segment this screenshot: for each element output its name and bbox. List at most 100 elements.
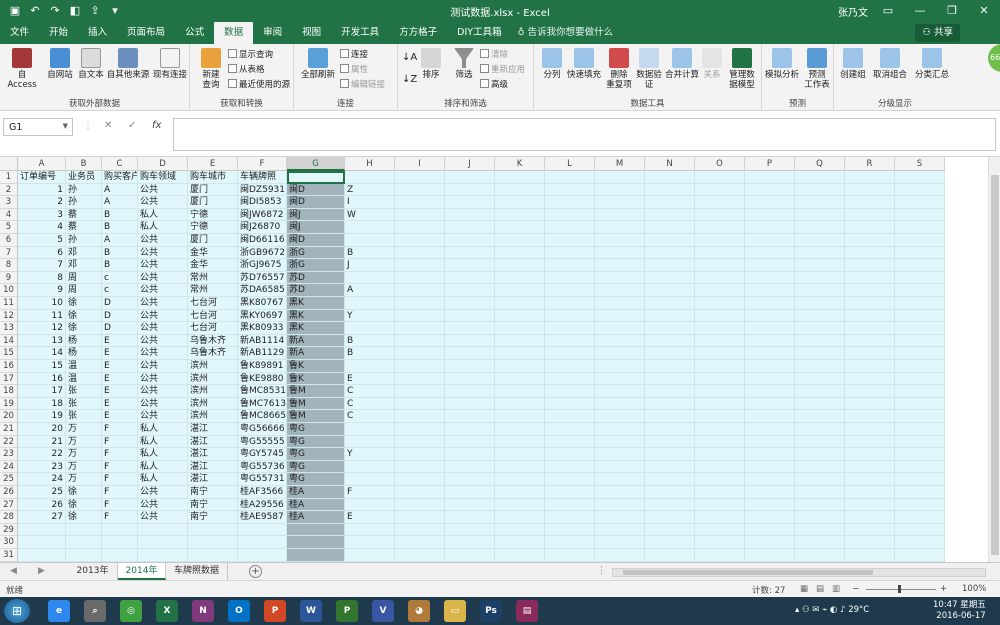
cell[interactable]: E xyxy=(345,372,395,386)
tab-3[interactable]: 页面布局 xyxy=(117,22,175,44)
cell[interactable] xyxy=(138,523,188,537)
cell[interactable] xyxy=(395,410,445,423)
recent-sources-button[interactable]: 最近使用的源 xyxy=(228,79,290,91)
cell[interactable]: F xyxy=(102,435,138,449)
cell[interactable]: 七台河 xyxy=(188,322,238,335)
cell[interactable] xyxy=(895,183,945,197)
cell[interactable] xyxy=(595,196,645,209)
cell[interactable] xyxy=(745,208,795,222)
cell[interactable] xyxy=(445,511,495,524)
consolidate-button[interactable]: 合并计算 xyxy=(664,48,700,80)
cell[interactable]: 张 xyxy=(66,410,102,423)
cell[interactable] xyxy=(345,297,395,310)
cell[interactable]: 粤G56666 xyxy=(238,423,287,436)
cell[interactable] xyxy=(895,284,945,297)
cell[interactable]: B xyxy=(102,246,138,260)
cell[interactable] xyxy=(595,385,645,398)
cell[interactable]: 11 xyxy=(18,309,66,323)
cell[interactable] xyxy=(645,171,695,184)
cell[interactable] xyxy=(795,322,845,335)
cell[interactable] xyxy=(895,549,945,562)
cell[interactable] xyxy=(595,271,645,285)
cell[interactable]: 桂A xyxy=(287,486,345,499)
cell[interactable] xyxy=(695,259,745,272)
cell[interactable] xyxy=(595,498,645,512)
cell[interactable]: 粤GY5745 xyxy=(238,448,287,461)
cell[interactable] xyxy=(695,460,745,474)
cell[interactable] xyxy=(595,284,645,297)
cell[interactable] xyxy=(695,372,745,386)
cell[interactable]: 公共 xyxy=(138,498,188,512)
row-header[interactable]: 3 xyxy=(0,196,18,209)
cell[interactable] xyxy=(595,309,645,323)
cell[interactable]: 邓 xyxy=(66,246,102,260)
from-text-button[interactable]: 自文本 xyxy=(76,48,106,80)
cell[interactable]: 徐 xyxy=(66,498,102,512)
cell[interactable] xyxy=(845,284,895,297)
cell[interactable]: 鲁M xyxy=(287,410,345,423)
sheet-tab[interactable]: 2014年 xyxy=(118,563,166,580)
cell[interactable]: C xyxy=(345,385,395,398)
row-header[interactable]: 8 xyxy=(0,259,18,272)
cell[interactable] xyxy=(645,322,695,335)
cell[interactable]: 杨 xyxy=(66,334,102,348)
cell[interactable] xyxy=(495,234,545,247)
cell[interactable] xyxy=(495,435,545,449)
cell[interactable]: F xyxy=(102,423,138,436)
cell[interactable]: 邓 xyxy=(66,259,102,272)
cell[interactable] xyxy=(495,549,545,562)
cell[interactable] xyxy=(795,221,845,234)
cell[interactable]: A xyxy=(345,284,395,297)
cell[interactable]: 万 xyxy=(66,460,102,474)
cell[interactable] xyxy=(645,498,695,512)
cell[interactable]: 苏D xyxy=(287,284,345,297)
cell[interactable]: B xyxy=(345,334,395,348)
cell[interactable]: 孙 xyxy=(66,196,102,209)
cell[interactable]: W xyxy=(345,208,395,222)
cell[interactable] xyxy=(795,360,845,373)
cell[interactable]: F xyxy=(345,486,395,499)
cell[interactable] xyxy=(395,549,445,562)
cell[interactable] xyxy=(745,360,795,373)
cell[interactable]: 业务员 xyxy=(66,171,102,184)
cell[interactable]: 5 xyxy=(18,234,66,247)
cell[interactable] xyxy=(845,460,895,474)
cell[interactable] xyxy=(445,221,495,234)
cell[interactable] xyxy=(695,423,745,436)
column-header[interactable]: S xyxy=(895,157,945,171)
cell[interactable]: 18 xyxy=(18,397,66,411)
cell[interactable] xyxy=(445,284,495,297)
cell[interactable] xyxy=(445,486,495,499)
row-header[interactable]: 16 xyxy=(0,360,18,373)
cell[interactable] xyxy=(645,523,695,537)
cell[interactable]: 鲁M xyxy=(287,385,345,398)
column-header[interactable]: I xyxy=(395,157,445,171)
cell[interactable]: 杨 xyxy=(66,347,102,360)
cell[interactable] xyxy=(745,334,795,348)
refresh-all-button[interactable]: 全部刷新 xyxy=(298,48,338,80)
cell[interactable]: 黑K xyxy=(287,309,345,323)
cell[interactable]: 2 xyxy=(18,196,66,209)
cell[interactable] xyxy=(395,284,445,297)
cell[interactable]: 23 xyxy=(18,460,66,474)
tab-8[interactable]: 开发工具 xyxy=(331,22,389,44)
cell[interactable] xyxy=(545,523,595,537)
cell[interactable] xyxy=(595,347,645,360)
cell[interactable]: 粤G xyxy=(287,423,345,436)
cell[interactable] xyxy=(545,397,595,411)
cell[interactable] xyxy=(745,284,795,297)
cell[interactable] xyxy=(102,549,138,562)
cell[interactable] xyxy=(695,523,745,537)
cell[interactable] xyxy=(745,536,795,549)
flash-fill-button[interactable]: 快速填充 xyxy=(566,48,602,80)
cell[interactable] xyxy=(445,234,495,247)
cell[interactable]: 公共 xyxy=(138,334,188,348)
cell[interactable] xyxy=(545,549,595,562)
cell[interactable] xyxy=(545,360,595,373)
cell[interactable]: 鲁KE9880 xyxy=(238,372,287,386)
row-header[interactable]: 30 xyxy=(0,536,18,549)
cell[interactable] xyxy=(595,208,645,222)
cell[interactable]: 10 xyxy=(18,297,66,310)
reapply-button[interactable]: 重新应用 xyxy=(480,64,525,76)
cell[interactable]: 张 xyxy=(66,397,102,411)
